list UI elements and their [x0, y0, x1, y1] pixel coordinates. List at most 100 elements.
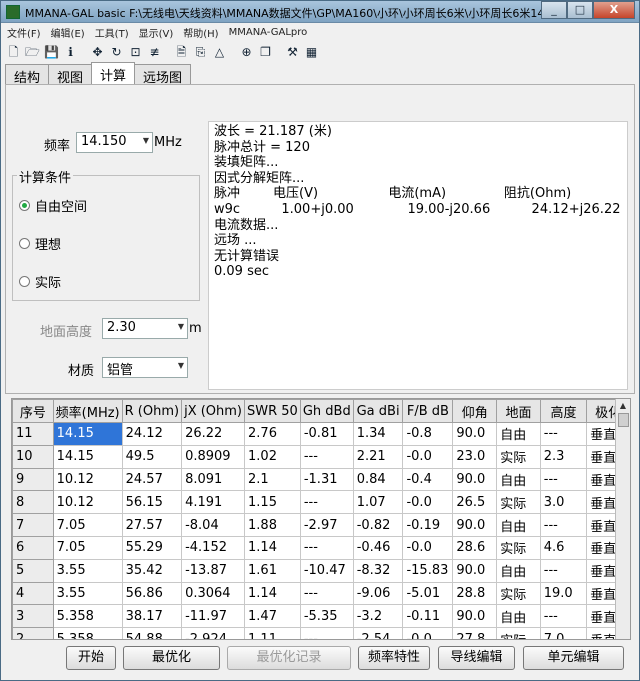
col-header[interactable]: Gh dBd [299, 399, 354, 423]
table-cell[interactable]: -15.83 [402, 558, 454, 583]
table-cell[interactable]: 26.22 [181, 422, 246, 446]
table-cell[interactable]: 7.05 [52, 513, 123, 537]
table-cell[interactable]: -5.01 [402, 581, 454, 606]
scroll-up-icon[interactable]: ▲ [616, 399, 630, 413]
table-cell[interactable]: --- [299, 535, 354, 560]
table-cell[interactable]: 4.191 [181, 490, 246, 515]
table-cell[interactable]: 2.3 [539, 444, 588, 469]
maximize-button[interactable]: □ [567, 1, 593, 19]
table-cell[interactable]: --- [539, 422, 588, 446]
table-cell[interactable]: 0.3064 [181, 581, 246, 606]
table-cell[interactable]: 24.57 [121, 467, 183, 492]
row-number-cell[interactable]: 9 [12, 467, 54, 492]
table-cell[interactable]: 10.12 [52, 467, 123, 492]
scale-icon[interactable]: ⊡ [127, 44, 144, 61]
table-cell[interactable]: 1.34 [352, 422, 404, 446]
table-cell[interactable]: --- [539, 513, 588, 537]
table-cell[interactable]: -10.47 [299, 558, 354, 583]
table-cell[interactable]: --- [539, 558, 588, 583]
table-cell[interactable]: 90.0 [452, 467, 498, 492]
table-cell[interactable]: 2.76 [244, 422, 301, 446]
triangle-icon[interactable]: △ [211, 44, 228, 61]
table-cell[interactable]: 54.88 [121, 627, 183, 639]
row-number-cell[interactable]: 2 [12, 627, 54, 639]
vertical-scrollbar[interactable]: ▲ [615, 399, 630, 639]
table-row[interactable]: 8 10.12 56.15 4.191 1.15 --- 1.07 -0.0 26.5 实际 3.0… [12, 490, 630, 515]
grid-icon[interactable]: ▦ [303, 44, 320, 61]
col-header[interactable]: jX (Ohm) [181, 399, 246, 423]
table-cell[interactable]: 90.0 [452, 558, 498, 583]
col-header[interactable]: 频率(MHz) [52, 399, 123, 423]
table-cell[interactable]: --- [539, 604, 588, 629]
table-cell[interactable]: --- [299, 444, 354, 469]
row-number-cell[interactable]: 4 [12, 581, 54, 606]
table-cell[interactable]: 5.358 [52, 604, 123, 629]
table-cell[interactable]: 1.88 [244, 513, 301, 537]
target-icon[interactable]: ⊕ [238, 44, 255, 61]
table-cell[interactable]: -0.0 [402, 535, 454, 560]
optimize-button[interactable]: 最优化 [123, 646, 220, 670]
table-cell[interactable]: -2.54 [352, 627, 404, 639]
row-number-cell[interactable]: 6 [12, 535, 54, 560]
move-icon[interactable]: ✥ [89, 44, 106, 61]
table-cell[interactable]: -2.97 [299, 513, 354, 537]
table-cell[interactable]: -0.0 [402, 490, 454, 515]
table-cell[interactable]: 8.091 [181, 467, 246, 492]
copy-icon[interactable]: ⎘ [192, 44, 209, 61]
table-cell[interactable]: -0.81 [299, 422, 354, 446]
table-cell[interactable]: 实际 [496, 535, 541, 560]
menu-pro[interactable]: MMANA-GALpro [229, 27, 308, 38]
table-row[interactable]: 25.35854.88-2.9241.11----2.54-0.027.8实际7… [12, 627, 630, 639]
table-cell[interactable]: 2.1 [244, 467, 301, 492]
table-cell[interactable]: --- [299, 627, 354, 639]
table-cell[interactable]: 1.07 [352, 490, 404, 515]
table-cell[interactable]: -9.06 [352, 581, 404, 606]
rotate-icon[interactable]: ↻ [108, 44, 125, 61]
menu-edit[interactable]: 编辑(E) [51, 25, 85, 40]
table-cell[interactable]: 1.14 [244, 535, 301, 560]
table-cell[interactable]: -3.2 [352, 604, 404, 629]
table-cell[interactable]: 90.0 [452, 422, 498, 446]
close-button[interactable]: X [593, 1, 635, 19]
row-number-cell[interactable]: 5 [12, 558, 54, 583]
menu-tools[interactable]: 工具(T) [95, 25, 129, 40]
open-folder-icon[interactable]: 🗁 [24, 44, 41, 61]
table-cell[interactable]: 实际 [496, 627, 541, 639]
table-cell[interactable]: 1.61 [244, 558, 301, 583]
table-cell[interactable]: 1.15 [244, 490, 301, 515]
table-cell[interactable]: 3.55 [52, 558, 123, 583]
table-cell[interactable]: 自由 [496, 467, 541, 492]
table-cell[interactable]: 自由 [496, 604, 541, 629]
new-file-icon[interactable]: 🗋 [5, 44, 22, 61]
menu-file[interactable]: 文件(F) [7, 25, 41, 40]
table-cell[interactable]: 实际 [496, 581, 541, 606]
table-cell[interactable]: 49.5 [121, 444, 183, 469]
row-number-cell[interactable]: 3 [12, 604, 54, 629]
table-cell[interactable]: 23.0 [452, 444, 498, 469]
table-cell[interactable]: 90.0 [452, 513, 498, 537]
col-header[interactable]: Ga dBi [352, 399, 404, 423]
table-cell[interactable]: -11.97 [181, 604, 246, 629]
table-cell[interactable]: 5.358 [52, 627, 123, 639]
col-header[interactable]: 序号 [12, 399, 54, 423]
table-cell[interactable]: 14.15 [52, 422, 123, 446]
table-cell[interactable]: 14.15 [52, 444, 123, 469]
table-cell[interactable]: -13.87 [181, 558, 246, 583]
col-header[interactable]: SWR 50 [244, 399, 301, 423]
col-header[interactable]: R (Ohm) [121, 399, 183, 423]
row-number-cell[interactable]: 8 [12, 490, 54, 515]
freq-select[interactable]: 14.150 ▼ [76, 132, 153, 153]
table-cell[interactable]: 7.05 [52, 535, 123, 560]
table-cell[interactable]: 3.0 [539, 490, 588, 515]
table-cell[interactable]: 26.5 [452, 490, 498, 515]
scroll-thumb[interactable] [618, 413, 629, 427]
table-cell[interactable]: 28.8 [452, 581, 498, 606]
tab-far-field[interactable]: 远场图 [134, 64, 192, 86]
table-cell[interactable]: -8.32 [352, 558, 404, 583]
table-cell[interactable]: 90.0 [452, 604, 498, 629]
col-header[interactable]: F/B dB [402, 399, 454, 423]
menu-help[interactable]: 帮助(H) [183, 25, 218, 40]
table-cell[interactable]: 10.12 [52, 490, 123, 515]
table-cell[interactable]: --- [299, 490, 354, 515]
material-select[interactable]: 铝管 ▼ [102, 357, 188, 378]
